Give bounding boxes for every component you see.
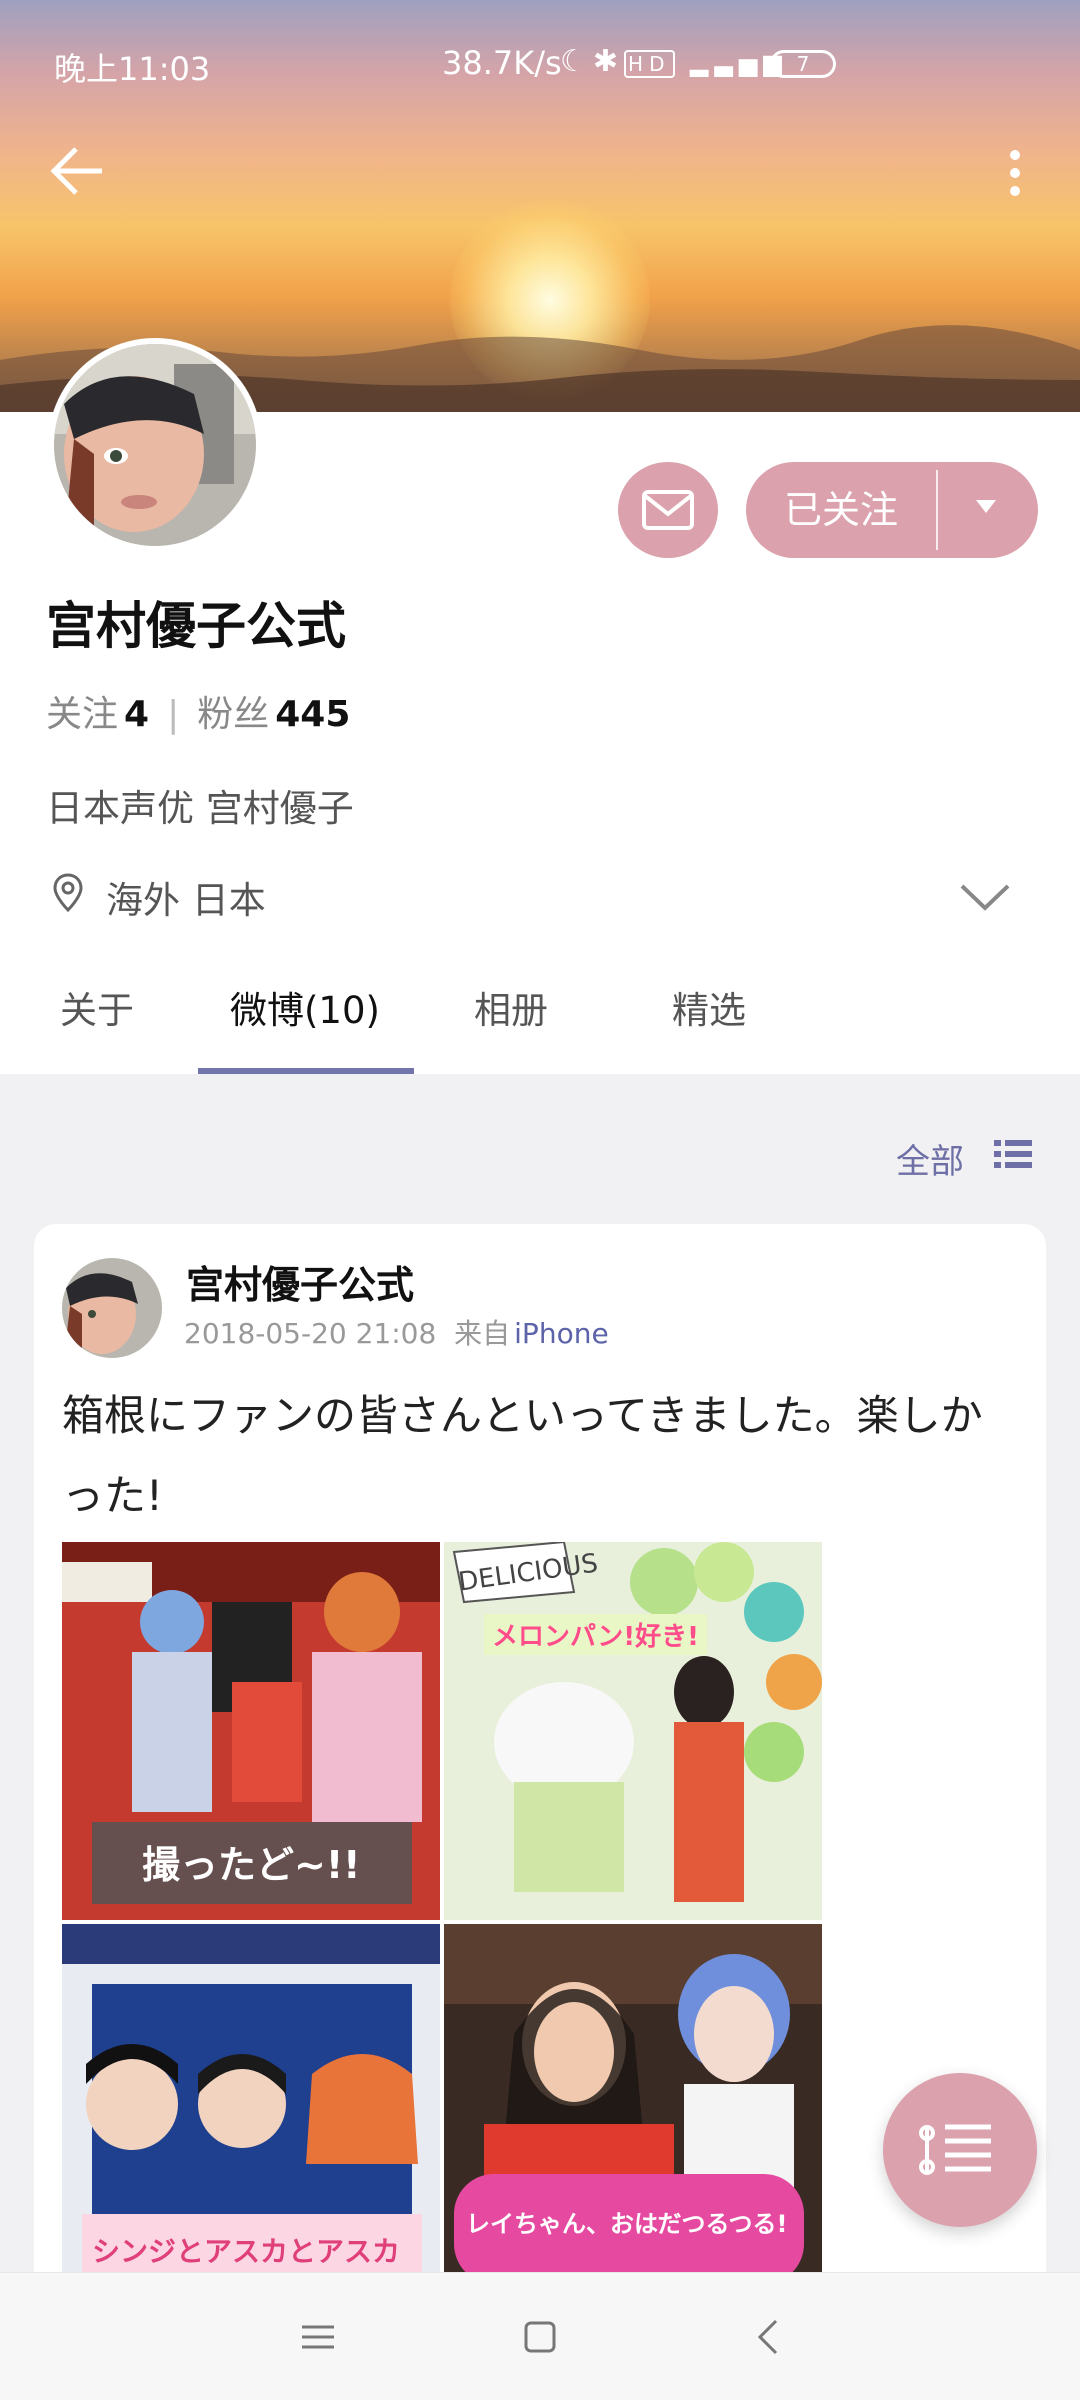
status-bar: 晚上11:03 38.7K/s ☾✱ HD ▂▃▅▆ 7: [0, 0, 1080, 130]
profile-name: 宫村優子公式: [46, 597, 346, 655]
arrow-left-icon: [50, 147, 102, 195]
photo-caption: レイちゃん、おはだつるつる!: [466, 2210, 788, 2238]
post-photo-3[interactable]: シンジとアスカとアスカ: [62, 1924, 440, 2302]
followers-count[interactable]: 445: [275, 694, 350, 735]
photo-caption: 撮ったど~!!: [142, 1843, 361, 1887]
location-pin-icon: [53, 873, 83, 913]
back-button[interactable]: [48, 145, 108, 197]
follow-button-divider: [936, 470, 938, 550]
battery-level: 7: [796, 52, 810, 76]
photo-image: [444, 1542, 822, 1920]
avatar-image: [54, 344, 256, 546]
follow-stats: 关注 4 | 粉丝 445: [46, 685, 358, 737]
profile-tabs: 关于 微博(10) 相册 精选: [0, 940, 1080, 1074]
expand-chevron-icon[interactable]: [958, 880, 1012, 914]
photo-caption: シンジとアスカとアスカ: [92, 2235, 401, 2268]
mail-icon: [642, 490, 694, 530]
system-navigation-bar: [0, 2272, 1080, 2400]
message-button[interactable]: [618, 462, 718, 558]
avatar-image: [62, 1258, 162, 1358]
bluetooth-icon: ✱: [592, 44, 625, 79]
battery-icon: 7: [770, 50, 836, 78]
hd-icon: HD: [624, 50, 675, 78]
profile-avatar[interactable]: [48, 338, 262, 552]
follow-button-label[interactable]: 已关注: [746, 462, 936, 558]
active-tab-indicator: [198, 1068, 414, 1074]
network-speed: 38.7K/s: [442, 44, 562, 82]
post-author-avatar[interactable]: [62, 1258, 162, 1358]
post-photo-2[interactable]: DELICIOUS メロンパン!好き!: [444, 1542, 822, 1920]
following-count[interactable]: 4: [124, 694, 149, 735]
dropdown-caret-icon[interactable]: [976, 500, 996, 513]
followers-label: 粉丝: [197, 694, 270, 735]
tab-about[interactable]: 关于: [60, 980, 134, 1034]
status-time: 晚上11:03: [54, 50, 211, 88]
moon-icon: ☾: [560, 44, 593, 79]
post-photo-1[interactable]: 撮ったど~!!: [62, 1542, 440, 1920]
menu-icon[interactable]: [296, 2315, 340, 2359]
following-label: 关注: [46, 694, 119, 735]
tab-album[interactable]: 相册: [474, 980, 548, 1034]
post-photo-4[interactable]: レイちゃん、おはだつるつる!: [444, 1924, 822, 2302]
tab-featured[interactable]: 精选: [672, 980, 746, 1034]
post-timestamp: 2018-05-20 21:08: [184, 1317, 437, 1350]
post-text: 箱根にファンの皆さんといってきました。楽しかった!: [62, 1391, 983, 1520]
photo-caption: メロンパン!好き!: [484, 1614, 708, 1655]
list-view-icon[interactable]: [994, 1138, 1032, 1170]
tab-weibo[interactable]: 微博(10): [230, 980, 380, 1034]
floating-action-button[interactable]: [883, 2073, 1037, 2227]
feed-filter-all[interactable]: 全部: [896, 1134, 964, 1183]
post-source-prefix: 来自: [454, 1317, 511, 1350]
post-author-name[interactable]: 宫村優子公式: [186, 1254, 414, 1309]
more-button[interactable]: [1000, 145, 1030, 205]
follow-button[interactable]: 已关注: [746, 462, 1038, 558]
profile-bio: 日本声优 宫村優子: [46, 787, 354, 830]
home-icon[interactable]: [518, 2315, 562, 2359]
post-source[interactable]: iPhone: [514, 1317, 609, 1350]
more-vertical-icon: [1010, 150, 1020, 196]
compose-list-icon: [919, 2124, 991, 2175]
post-meta: 2018-05-20 21:08 来自 iPhone: [184, 1312, 609, 1352]
photo-image: [444, 1924, 822, 2302]
stats-divider: |: [167, 694, 180, 735]
status-icons: ☾✱ HD ▂▃▅▆: [560, 44, 788, 79]
profile-location: 海外 日本: [106, 879, 266, 922]
back-nav-icon[interactable]: [748, 2315, 792, 2359]
